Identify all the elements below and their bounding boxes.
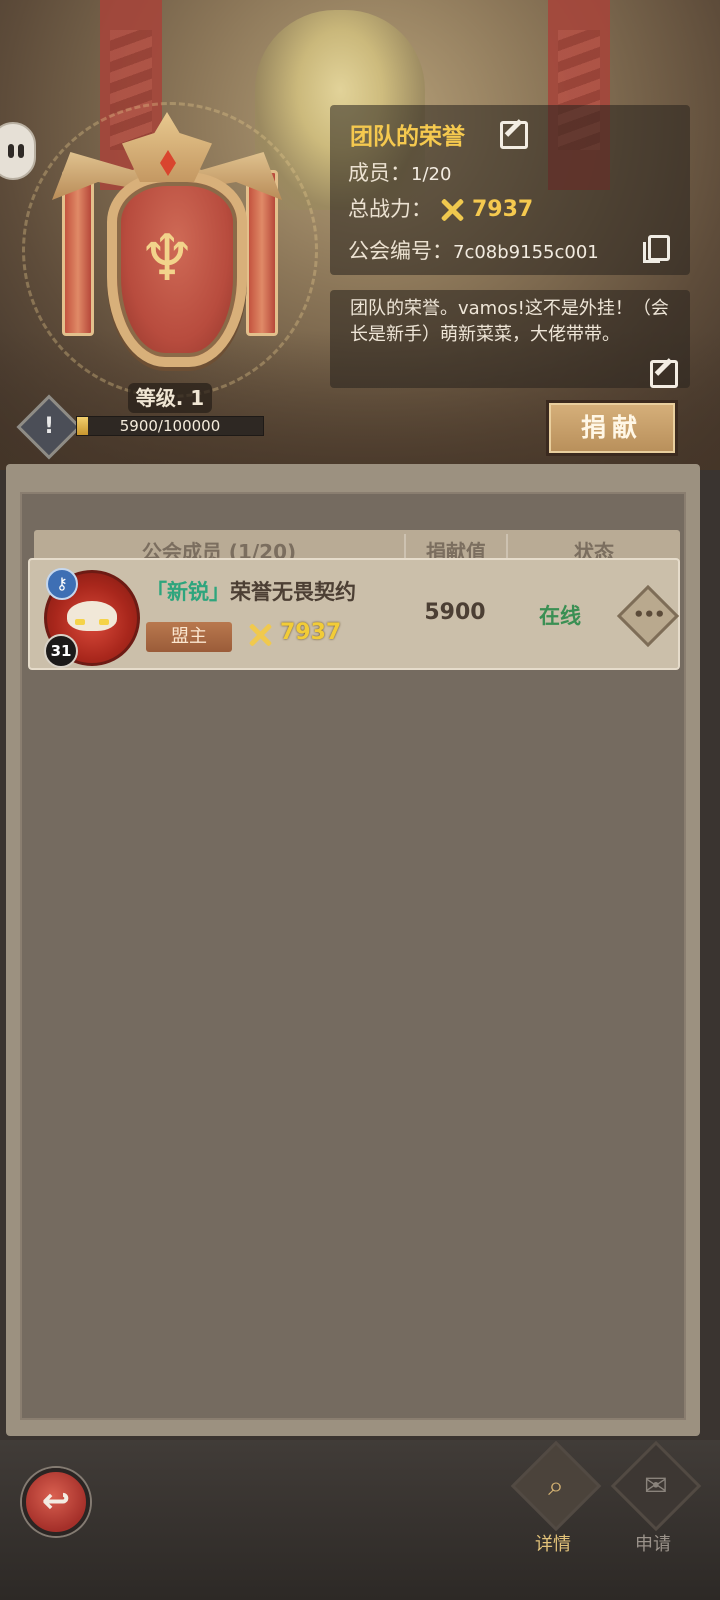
guild-id-row: 公会编号：7c08b9155c001 [348,235,599,265]
emblem-rune-icon: ♆ [138,222,196,296]
member-row[interactable]: ⚷ 31 「新锐」荣誉无畏契约 盟主 7937 5900 在线 ••• [28,558,680,670]
tab-details[interactable]: ⌕ 详情 [508,1440,602,1580]
total-power-row: 总战力： 7937 [348,193,533,224]
guild-info-panel: 团队的荣誉 成员：1/20 总战力： 7937 公会编号：7c08b9155c00… [330,105,690,275]
guild-description: 团队的荣誉。vamos!这不是外挂！（会长是新手）萌新菜菜，大佬带带。 [350,298,669,345]
edit-name-icon[interactable] [500,121,528,149]
member-role-badge: 盟主 [146,622,232,652]
members-count-row: 成员：1/20 [348,157,451,187]
member-tag: 「新锐」 [146,580,230,604]
member-status: 在线 [539,604,581,628]
guild-id-label: 公会编号： [348,239,453,263]
edit-description-icon[interactable] [650,360,678,388]
scroll-icon: ✉ [610,1440,702,1532]
member-name-text: 荣誉无畏契约 [230,580,356,604]
exp-progress-text: 5900/100000 [119,417,221,435]
copy-id-icon[interactable] [643,235,670,263]
member-name: 「新锐」荣誉无畏契约 [146,576,356,606]
back-arrow-icon: ↩ [41,1481,71,1521]
leader-key-icon: ⚷ [46,568,78,600]
more-dots-icon: ••• [632,604,665,626]
tab-applications-label: 申请 [635,1534,671,1555]
guild-level: 等级. 1 [128,383,212,413]
total-power-value: 7937 [472,197,534,222]
tab-applications[interactable]: ✉ 申请 [608,1440,702,1580]
chat-bubble-icon[interactable] [0,122,36,180]
bottom-bar: ↩ ⌕ 详情 ✉ 申请 [0,1440,720,1600]
guild-name: 团队的荣誉 [350,124,465,150]
emblem-pillar-left [62,170,94,336]
tab-details-label: 详情 [535,1534,571,1555]
guild-emblem[interactable]: ♆ [22,102,318,398]
magnifier-icon: ⌕ [510,1440,602,1532]
swords-icon [246,621,274,649]
guild-banner: ♆ 等级. 1 ! 5900/100000 团队的荣誉 成员：1/20 总战力：… [0,0,720,470]
member-more-button[interactable]: ••• [616,584,680,648]
member-power: 7937 [240,620,341,649]
member-power-value: 7937 [280,620,342,645]
exp-progress-bar: 5900/100000 [76,416,264,436]
guild-id-value: 7c08b9155c001 [453,242,599,263]
member-level-badge: 31 [44,634,78,668]
members-label: 成员： [348,161,411,185]
members-value: 1/20 [411,164,452,185]
power-label: 总战力： [348,197,432,221]
avatar-face [67,601,117,631]
swords-icon [438,196,466,224]
back-button[interactable]: ↩ [22,1468,90,1536]
donate-button[interactable]: 捐献 [546,400,678,456]
guild-description-panel: 团队的荣誉。vamos!这不是外挂！（会长是新手）萌新菜菜，大佬带带。 [330,290,690,388]
